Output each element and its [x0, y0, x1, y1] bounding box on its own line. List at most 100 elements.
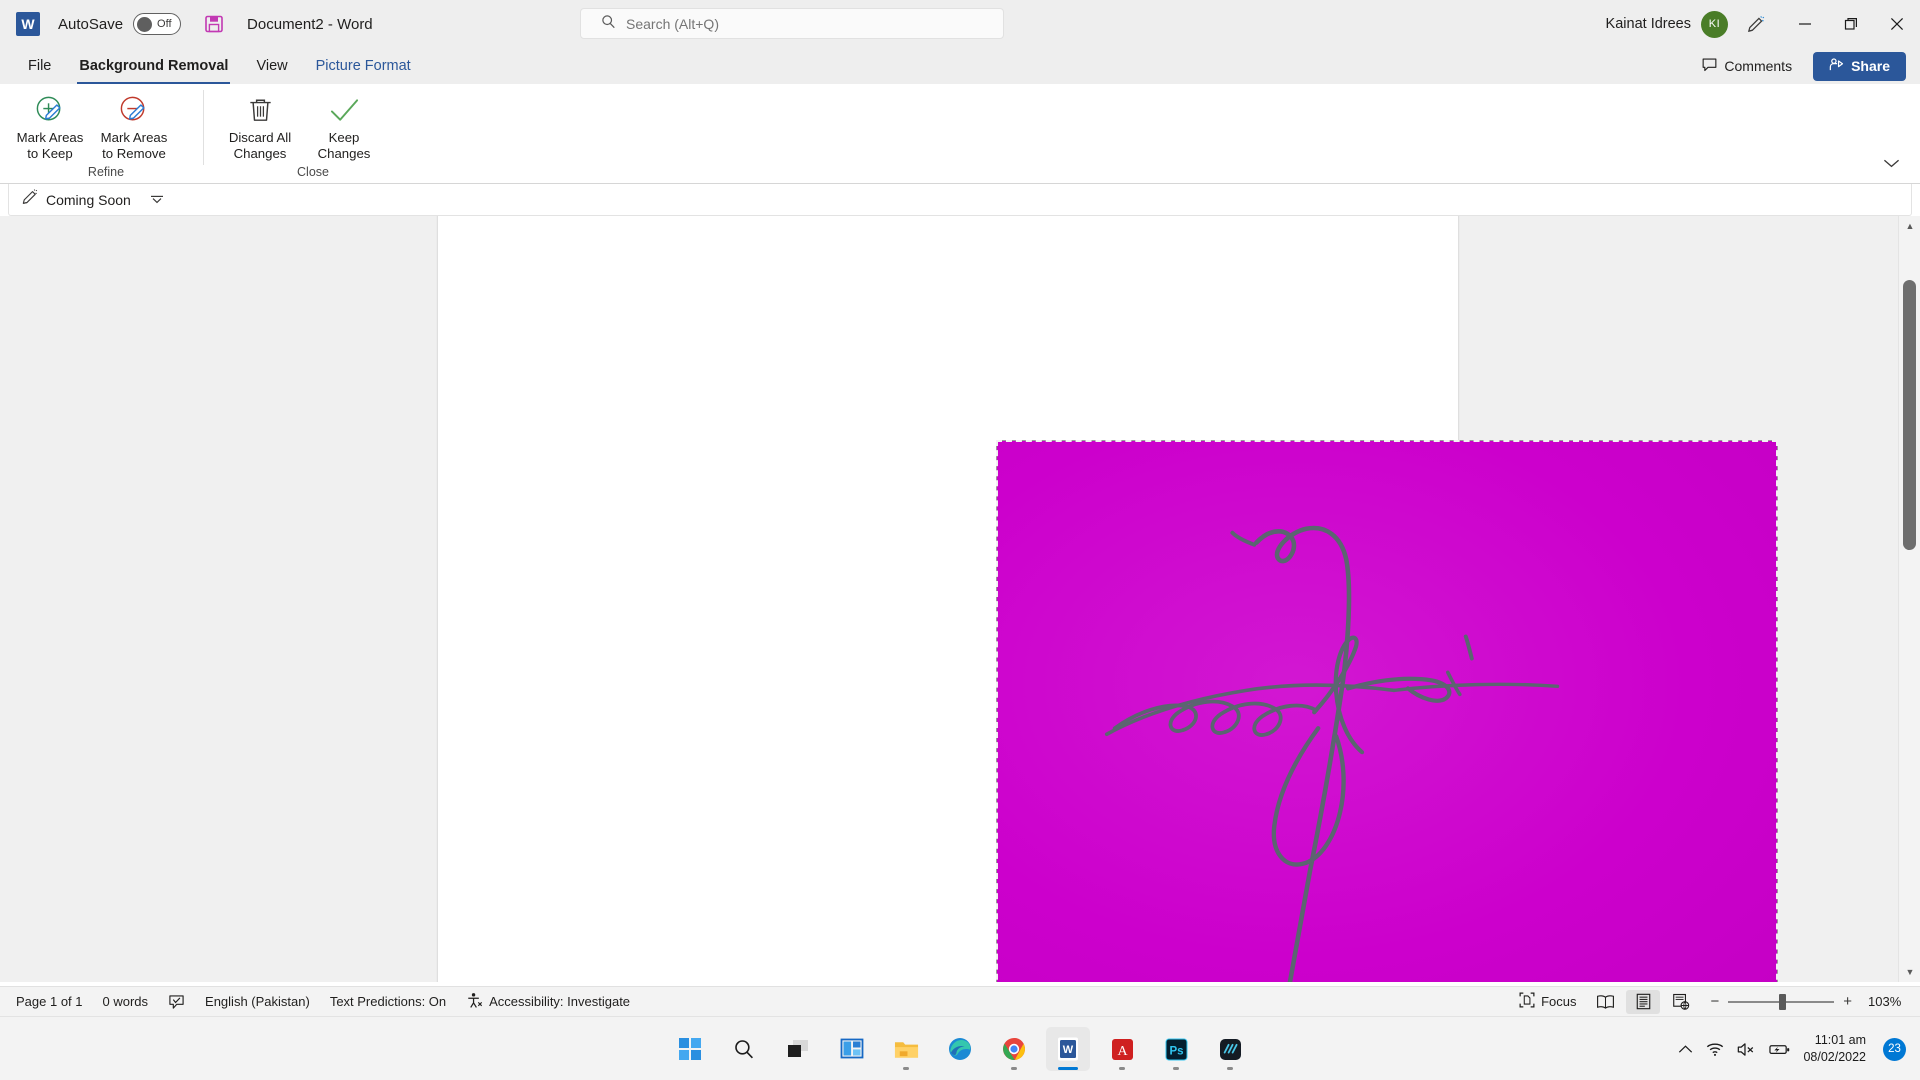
titlebar-right-cluster: Kainat Idrees KI: [1606, 0, 1920, 48]
read-mode-view-button[interactable]: [1588, 990, 1622, 1014]
svg-text:Ps: Ps: [1169, 1045, 1183, 1057]
document-title: Document2 - Word: [247, 15, 373, 33]
focus-label: Focus: [1541, 994, 1577, 1009]
battery-charging-icon[interactable]: [1769, 1043, 1790, 1056]
web-layout-view-button[interactable]: [1664, 990, 1698, 1014]
close-button[interactable]: [1874, 0, 1920, 48]
share-person-icon: [1829, 57, 1844, 75]
pen-sparkle-icon: [21, 188, 39, 211]
picture-selection-frame[interactable]: [996, 440, 1778, 982]
avatar[interactable]: KI: [1701, 10, 1728, 38]
adobe-acrobat-icon[interactable]: A: [1100, 1027, 1144, 1071]
mark-remove-icon: [118, 93, 151, 127]
mark-areas-to-keep-button[interactable]: Mark Areas to Keep: [8, 90, 92, 165]
clock-date: 08/02/2022: [1803, 1050, 1866, 1064]
running-indicator: [1119, 1067, 1125, 1070]
discard-all-changes-label: Discard All Changes: [228, 130, 292, 161]
tab-picture-format[interactable]: Picture Format: [304, 54, 423, 78]
tab-background-removal[interactable]: Background Removal: [67, 54, 240, 84]
text-predictions-status[interactable]: Text Predictions: On: [322, 991, 454, 1012]
signature-ink: [1104, 525, 1560, 982]
trash-icon: [245, 93, 276, 127]
ribbon-group-divider: [203, 90, 204, 165]
scroll-up-arrow[interactable]: ▲: [1899, 216, 1920, 236]
running-indicator: [1173, 1067, 1179, 1070]
scroll-down-arrow[interactable]: ▼: [1899, 962, 1920, 982]
ribbon-group-refine: Mark Areas to Keep Mark Areas to Remove …: [8, 84, 204, 183]
checkmark-icon: [328, 93, 361, 127]
start-button[interactable]: [668, 1027, 712, 1071]
autosave-toggle-knob: [137, 16, 153, 32]
google-chrome-icon[interactable]: [992, 1027, 1036, 1071]
zoom-in-button[interactable]: +: [1843, 993, 1852, 1010]
speaker-muted-icon[interactable]: [1737, 1042, 1756, 1057]
print-layout-view-button[interactable]: [1626, 989, 1661, 1014]
accessibility-status[interactable]: Accessibility: Investigate: [458, 989, 638, 1015]
chevron-up-icon[interactable]: [1678, 1044, 1693, 1055]
comments-button[interactable]: Comments: [1691, 53, 1803, 80]
search-box[interactable]: [580, 8, 1004, 39]
vertical-scrollbar[interactable]: ▲ ▼: [1898, 216, 1920, 982]
word-app-logo: W: [16, 12, 40, 36]
photoshop-icon[interactable]: Ps: [1154, 1027, 1198, 1071]
clock-time: 11:01 am: [1814, 1033, 1866, 1047]
status-bar: Page 1 of 1 0 words English (Pakistan) T…: [0, 986, 1920, 1016]
signature-image-background-removal-preview[interactable]: [996, 440, 1778, 982]
zoom-knob[interactable]: [1779, 993, 1787, 1010]
zoom-percent-label[interactable]: 103%: [1868, 994, 1910, 1009]
autosave-label: AutoSave: [58, 15, 124, 33]
system-tray: 11:01 am 08/02/2022 23: [1678, 1017, 1906, 1080]
document-page[interactable]: [438, 216, 1778, 982]
clock[interactable]: 11:01 am 08/02/2022: [1803, 1032, 1866, 1066]
tab-view[interactable]: View: [244, 54, 299, 78]
coming-soon-bar[interactable]: Coming Soon: [8, 184, 1912, 216]
task-view-icon[interactable]: [776, 1027, 820, 1071]
microsoft-edge-icon[interactable]: [938, 1027, 982, 1071]
running-indicator: [903, 1067, 909, 1070]
svg-text:A: A: [1117, 1044, 1128, 1059]
discard-all-changes-button[interactable]: Discard All Changes: [218, 90, 302, 165]
restore-button[interactable]: [1828, 0, 1874, 48]
mark-areas-to-keep-label: Mark Areas to Keep: [16, 130, 84, 161]
keep-changes-label: Keep Changes: [317, 130, 371, 161]
mark-keep-icon: [34, 93, 67, 127]
focus-mode-button[interactable]: Focus: [1511, 989, 1584, 1014]
page-count-status[interactable]: Page 1 of 1: [8, 991, 91, 1012]
tab-file[interactable]: File: [16, 54, 63, 78]
file-explorer-icon[interactable]: [884, 1027, 928, 1071]
windows-taskbar: W A Ps 11:01 am 08/02/2022 23: [0, 1016, 1920, 1080]
user-name-label[interactable]: Kainat Idrees: [1606, 16, 1691, 32]
wifi-icon[interactable]: [1706, 1042, 1724, 1057]
notification-badge[interactable]: 23: [1883, 1037, 1906, 1061]
search-input[interactable]: [626, 15, 966, 32]
zoom-slider[interactable]: − +: [1710, 993, 1852, 1010]
proofing-errors-icon[interactable]: [160, 991, 193, 1013]
keep-changes-button[interactable]: Keep Changes: [302, 90, 386, 165]
ribbon-display-options-icon[interactable]: [1728, 0, 1782, 48]
active-indicator: [1058, 1066, 1078, 1070]
media-app-icon[interactable]: [1208, 1027, 1252, 1071]
save-icon[interactable]: [203, 13, 225, 35]
share-button[interactable]: Share: [1813, 51, 1906, 81]
microsoft-word-icon[interactable]: W: [1046, 1027, 1090, 1071]
comment-bubble-icon: [1702, 58, 1717, 75]
minimize-button[interactable]: [1782, 0, 1828, 48]
language-status[interactable]: English (Pakistan): [197, 991, 318, 1012]
comments-label: Comments: [1724, 58, 1793, 74]
autosave-toggle[interactable]: Off: [133, 13, 182, 35]
widgets-icon[interactable]: [830, 1027, 874, 1071]
scrollbar-thumb[interactable]: [1903, 280, 1916, 550]
chevron-down-icon[interactable]: [1883, 156, 1900, 173]
ribbon-group-close: Discard All Changes Keep Changes Close: [218, 84, 408, 183]
taskbar-apps: W A Ps: [668, 1017, 1252, 1080]
chevron-down-icon[interactable]: [150, 193, 164, 207]
mark-areas-to-remove-button[interactable]: Mark Areas to Remove: [92, 90, 176, 165]
accessibility-icon: [466, 992, 483, 1012]
focus-mode-icon: [1519, 992, 1535, 1011]
share-label: Share: [1851, 58, 1890, 74]
search-taskbar-icon[interactable]: [722, 1027, 766, 1071]
zoom-track[interactable]: [1728, 993, 1835, 1010]
zoom-out-button[interactable]: −: [1710, 993, 1719, 1010]
word-count-status[interactable]: 0 words: [95, 991, 157, 1012]
ribbon-group-refine-label: Refine: [87, 165, 125, 179]
